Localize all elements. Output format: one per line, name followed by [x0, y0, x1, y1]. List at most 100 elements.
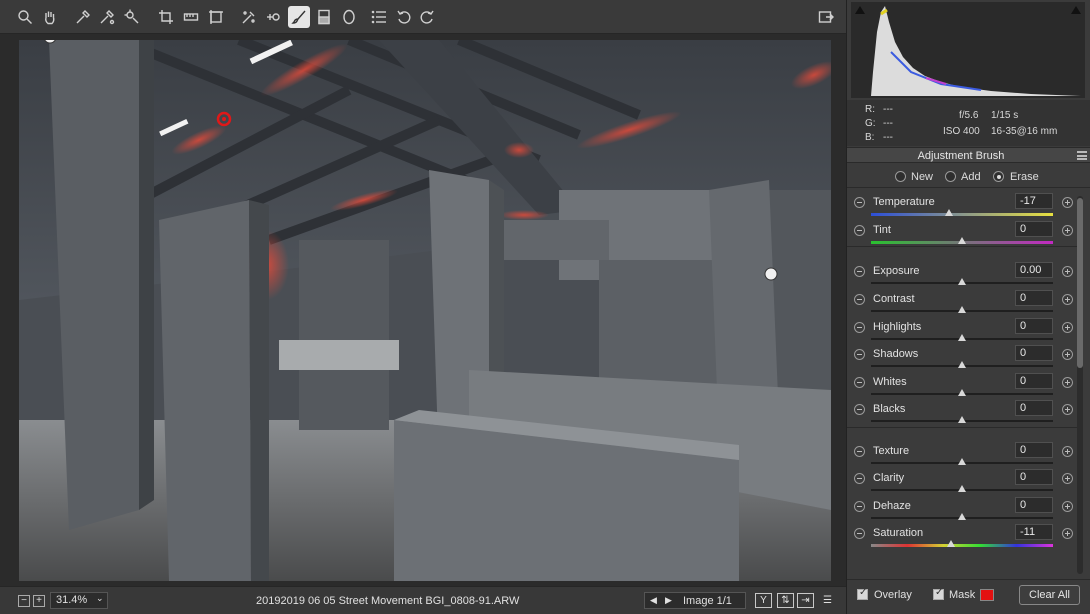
clarity-value-field[interactable]: 0	[1015, 469, 1053, 485]
decrease-whites-icon[interactable]	[854, 377, 865, 388]
target-adjustment-icon[interactable]	[121, 6, 143, 28]
image-canvas[interactable]	[0, 34, 846, 586]
decrease-texture-icon[interactable]	[854, 446, 865, 457]
texture-value-field[interactable]: 0	[1015, 442, 1053, 458]
graduated-filter-icon[interactable]	[313, 6, 335, 28]
dehaze-thumb[interactable]	[958, 513, 966, 520]
highlights-value-field[interactable]: 0	[1015, 318, 1053, 334]
increase-tint-icon[interactable]	[1062, 225, 1073, 236]
increase-temperature-icon[interactable]	[1062, 197, 1073, 208]
preferences-icon[interactable]	[368, 6, 390, 28]
mode-erase-label[interactable]: Erase	[1010, 171, 1039, 183]
before-after-view-button[interactable]: Y	[755, 593, 772, 608]
slider-shadows: Shadows 0	[847, 342, 1083, 368]
increase-texture-icon[interactable]	[1062, 446, 1073, 457]
zoom-in-button[interactable]: +	[33, 595, 45, 607]
increase-exposure-icon[interactable]	[1062, 266, 1073, 277]
contrast-value-field[interactable]: 0	[1015, 290, 1053, 306]
section-divider	[847, 246, 1083, 247]
contrast-thumb[interactable]	[958, 306, 966, 313]
increase-clarity-icon[interactable]	[1062, 473, 1073, 484]
decrease-shadows-icon[interactable]	[854, 349, 865, 360]
dehaze-value-field[interactable]: 0	[1015, 497, 1053, 513]
transform-icon[interactable]	[205, 6, 227, 28]
overlay-label[interactable]: Overlay	[874, 589, 912, 601]
overlay-checkbox[interactable]	[857, 587, 868, 600]
decrease-highlights-icon[interactable]	[854, 322, 865, 333]
tint-label: Tint	[873, 224, 891, 236]
white-balance-icon[interactable]	[72, 6, 94, 28]
mode-add-label[interactable]: Add	[961, 171, 981, 183]
increase-shadows-icon[interactable]	[1062, 349, 1073, 360]
zoom-icon[interactable]	[14, 6, 36, 28]
increase-highlights-icon[interactable]	[1062, 322, 1073, 333]
temperature-track[interactable]	[871, 213, 1053, 216]
decrease-exposure-icon[interactable]	[854, 266, 865, 277]
decrease-temperature-icon[interactable]	[854, 197, 865, 208]
toggle-settings-icon[interactable]: ☰	[819, 593, 836, 608]
clarity-thumb[interactable]	[958, 485, 966, 492]
decrease-saturation-icon[interactable]	[854, 528, 865, 539]
image-navigator[interactable]: ◀ ▶ Image 1/1	[644, 592, 746, 609]
decrease-dehaze-icon[interactable]	[854, 501, 865, 512]
whites-thumb[interactable]	[958, 389, 966, 396]
saturation-thumb[interactable]	[947, 540, 956, 547]
spot-removal-icon[interactable]	[238, 6, 260, 28]
prev-image-icon[interactable]: ◀	[650, 595, 657, 606]
hand-icon[interactable]	[39, 6, 61, 28]
zoom-out-button[interactable]: −	[18, 595, 30, 607]
temperature-thumb[interactable]	[945, 209, 954, 216]
saturation-track[interactable]	[871, 544, 1053, 547]
mode-erase-radio[interactable]	[993, 171, 1004, 182]
increase-blacks-icon[interactable]	[1062, 404, 1073, 415]
shadow-clipping-icon[interactable]	[855, 6, 865, 14]
panel-menu-icon[interactable]	[1077, 151, 1087, 160]
adjustment-brush-icon[interactable]	[288, 6, 310, 28]
shadows-value-field[interactable]: 0	[1015, 345, 1053, 361]
decrease-clarity-icon[interactable]	[854, 473, 865, 484]
swap-settings-icon[interactable]: ⇅	[777, 593, 794, 608]
mask-label[interactable]: Mask	[949, 589, 975, 601]
increase-whites-icon[interactable]	[1062, 377, 1073, 388]
mode-add-radio[interactable]	[945, 171, 956, 182]
zoom-select[interactable]: 31.4% ⌄	[50, 592, 108, 609]
panel-scrollbar[interactable]	[1077, 196, 1083, 574]
radial-filter-icon[interactable]	[338, 6, 360, 28]
copy-settings-icon[interactable]: ⇥	[797, 593, 814, 608]
exposure-thumb[interactable]	[958, 278, 966, 285]
decrease-contrast-icon[interactable]	[854, 294, 865, 305]
clear-all-button[interactable]: Clear All	[1019, 585, 1080, 605]
increase-contrast-icon[interactable]	[1062, 294, 1073, 305]
decrease-tint-icon[interactable]	[854, 225, 865, 236]
panel-header: Adjustment Brush	[847, 147, 1090, 163]
next-image-icon[interactable]: ▶	[665, 595, 672, 606]
highlight-clipping-icon[interactable]	[1071, 6, 1081, 14]
increase-dehaze-icon[interactable]	[1062, 501, 1073, 512]
highlights-thumb[interactable]	[958, 334, 966, 341]
straighten-icon[interactable]	[180, 6, 202, 28]
mask-color-swatch[interactable]	[980, 589, 994, 601]
export-icon[interactable]	[815, 6, 837, 28]
mask-checkbox[interactable]	[933, 587, 944, 600]
mode-new-label[interactable]: New	[911, 171, 933, 183]
exposure-value-field[interactable]: 0.00	[1015, 262, 1053, 278]
mode-new-radio[interactable]	[895, 171, 906, 182]
scrollbar-thumb[interactable]	[1077, 198, 1083, 368]
blacks-thumb[interactable]	[958, 416, 966, 423]
color-sampler-icon[interactable]	[96, 6, 118, 28]
rotate-right-icon[interactable]	[416, 6, 438, 28]
shadows-thumb[interactable]	[958, 361, 966, 368]
decrease-blacks-icon[interactable]	[854, 404, 865, 415]
photo-preview[interactable]	[19, 40, 831, 581]
red-eye-icon[interactable]	[263, 6, 285, 28]
texture-thumb[interactable]	[958, 458, 966, 465]
tint-thumb[interactable]	[958, 237, 966, 244]
saturation-value-field[interactable]: -11	[1015, 524, 1053, 540]
blacks-value-field[interactable]: 0	[1015, 400, 1053, 416]
tint-value-field[interactable]: 0	[1015, 221, 1053, 237]
crop-icon[interactable]	[155, 6, 177, 28]
whites-value-field[interactable]: 0	[1015, 373, 1053, 389]
increase-saturation-icon[interactable]	[1062, 528, 1073, 539]
rotate-left-icon[interactable]	[393, 6, 415, 28]
temperature-value-field[interactable]: -17	[1015, 193, 1053, 209]
